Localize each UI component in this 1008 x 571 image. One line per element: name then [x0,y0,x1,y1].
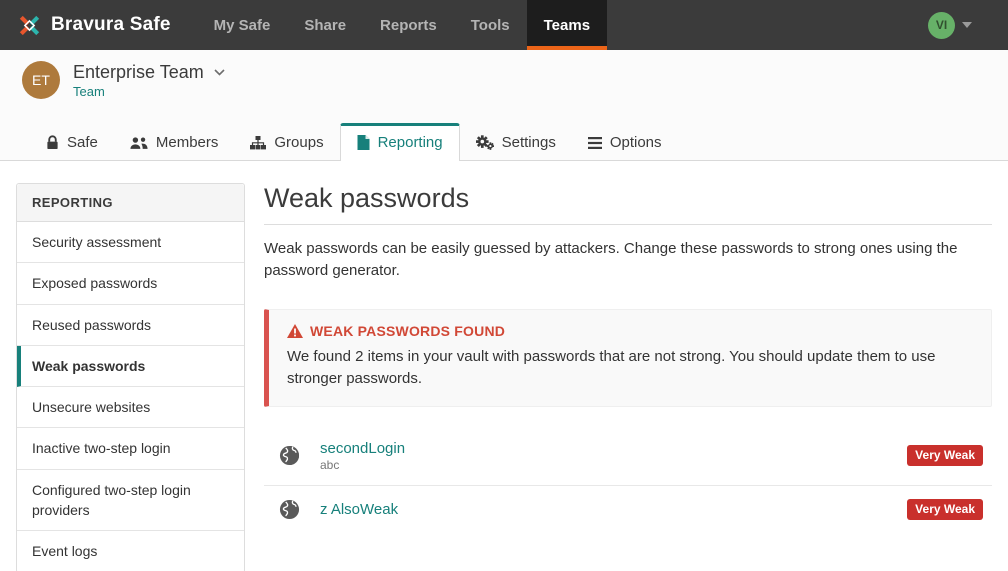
sidebar-header: REPORTING [17,184,244,222]
nav-item-my-safe[interactable]: My Safe [197,0,288,50]
team-type-label: Team [73,83,105,99]
brand-logo[interactable]: Bravura Safe [0,0,197,50]
tab-label: Members [155,134,219,151]
tab-label: Safe [67,134,98,151]
team-header-band: ET Enterprise Team Team Safe Members Gro… [0,50,1008,161]
main-nav: My Safe Share Reports Tools Teams [197,0,608,50]
lock-icon [46,135,59,150]
brand-name: Bravura Safe [51,14,171,35]
vault-item-row: secondLogin abc Very Weak [264,427,992,486]
sidebar-item-reused-passwords[interactable]: Reused passwords [17,305,244,346]
sidebar-item-weak-passwords[interactable]: Weak passwords [17,345,244,388]
tab-label: Options [609,134,662,151]
page-title: Weak passwords [264,183,470,213]
callout-title-row: WEAK PASSWORDS FOUND [287,323,973,339]
sidebar-item-event-logs[interactable]: Event logs [17,531,244,571]
file-icon [357,135,370,150]
globe-icon [278,499,300,520]
sidebar-item-inactive-two-step[interactable]: Inactive two-step login [17,428,244,470]
sidebar-item-unsecure-websites[interactable]: Unsecure websites [17,387,244,429]
caret-down-icon [962,22,972,28]
tab-reporting[interactable]: Reporting [339,123,460,161]
team-name: Enterprise Team [73,61,204,82]
nav-item-tools[interactable]: Tools [454,0,527,50]
account-menu[interactable]: VI [928,0,1008,50]
report-main: Weak passwords Weak passwords can be eas… [264,183,992,571]
tab-options[interactable]: Options [572,126,678,160]
team-avatar: ET [22,61,60,99]
item-username: abc [320,457,340,472]
sitemap-icon [250,135,267,150]
top-navbar: Bravura Safe My Safe Share Reports Tools… [0,0,1008,50]
app-window: Bravura Safe My Safe Share Reports Tools… [0,0,1008,571]
reporting-sidebar: REPORTING Security assessment Exposed pa… [16,183,245,571]
content-area: REPORTING Security assessment Exposed pa… [0,161,1008,571]
nav-item-teams[interactable]: Teams [526,0,608,50]
user-avatar[interactable]: VI [928,11,955,39]
tab-settings[interactable]: Settings [460,126,572,160]
sidebar-item-exposed-passwords[interactable]: Exposed passwords [17,263,244,305]
gears-icon [475,135,494,150]
callout-title: WEAK PASSWORDS FOUND [310,322,506,339]
tab-safe[interactable]: Safe [30,126,114,160]
globe-icon [278,445,300,466]
warning-icon [287,323,303,338]
nav-item-share[interactable]: Share [287,0,363,50]
bravura-logo-icon [16,12,43,39]
menu-icon [587,136,602,149]
vault-item-row: z AlsoWeak Very Weak [264,486,992,533]
page-description: Weak passwords can be easily guessed by … [264,240,958,279]
team-tabs: Safe Members Groups Reporting Settings O… [0,123,1008,161]
tab-label: Groups [274,134,324,151]
sidebar-item-configured-two-step[interactable]: Configured two-step login providers [17,470,244,532]
strength-badge: Very Weak [907,445,983,466]
tab-label: Reporting [377,134,443,151]
weak-passwords-callout: WEAK PASSWORDS FOUND We found 2 items in… [264,308,992,407]
sidebar-item-security-assessment[interactable]: Security assessment [17,222,244,264]
tab-members[interactable]: Members [114,126,235,160]
team-name-dropdown[interactable]: Enterprise Team [73,62,225,83]
strength-badge: Very Weak [907,498,983,520]
users-icon [130,136,148,150]
tab-label: Settings [501,134,556,151]
title-divider [264,224,992,225]
callout-body: We found 2 items in your vault with pass… [287,347,936,388]
chevron-down-icon [214,68,225,76]
item-link-secondlogin[interactable]: secondLogin [320,440,405,457]
item-link-z-alsoweak[interactable]: z AlsoWeak [320,501,398,518]
nav-item-reports[interactable]: Reports [363,0,454,50]
team-header: ET Enterprise Team Team [0,50,1008,99]
tab-groups[interactable]: Groups [234,126,339,160]
